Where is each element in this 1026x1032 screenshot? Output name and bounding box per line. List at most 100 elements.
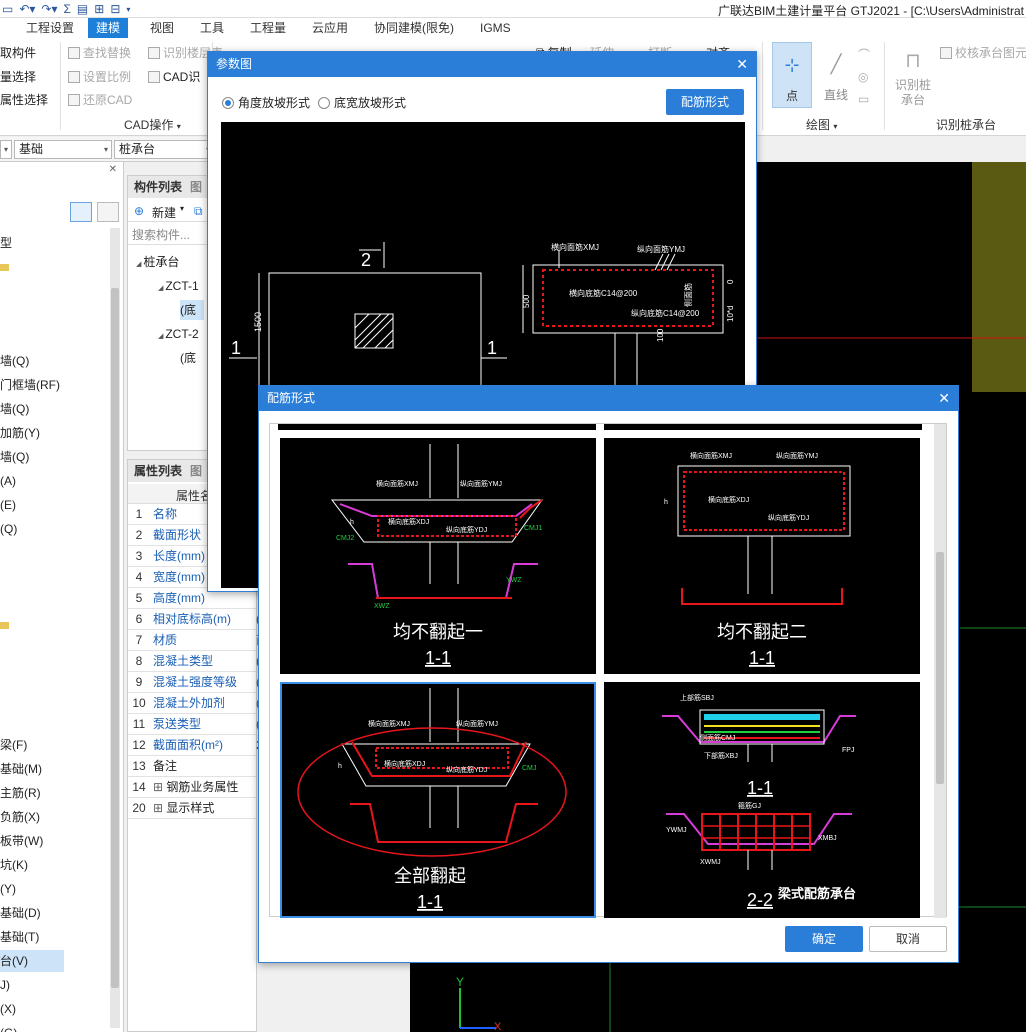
- expand-icon[interactable]: ⊞: [153, 780, 166, 794]
- list-view-icon[interactable]: [70, 202, 92, 222]
- nav-item[interactable]: (A): [0, 470, 64, 492]
- property-row[interactable]: 11泵送类型(: [128, 714, 260, 735]
- option-beam-rebar-cap[interactable]: 上部筋SBJ 侧面筋CMJ 下部筋XBJ FPJ 1-1 箍筋GJ YWMJ X…: [604, 682, 920, 918]
- nav-item[interactable]: [0, 256, 64, 278]
- copy-icon[interactable]: ⧉: [194, 204, 203, 219]
- option-no-bend-1[interactable]: 横向面筋XMJ 纵向面筋YMJ 横向底筋XDJ 纵向底筋YDJ CMJ1 CMJ…: [280, 438, 596, 674]
- component-list-tab[interactable]: 构件列表图: [128, 176, 211, 198]
- nav-item[interactable]: (G): [0, 1022, 64, 1032]
- options-scrollbar-thumb[interactable]: [936, 552, 944, 784]
- line-draw-button[interactable]: ╱ 直线: [816, 42, 856, 108]
- nav-item[interactable]: 墙(Q): [0, 350, 64, 372]
- property-row[interactable]: 14 ⊞ 钢筋业务属性: [128, 777, 256, 798]
- redo-icon[interactable]: ↷▾: [41, 2, 57, 16]
- nav-item[interactable]: 板带(W): [0, 830, 64, 852]
- nav-item[interactable]: 加筋(Y): [0, 422, 64, 444]
- draw-group-label[interactable]: 绘图 ▾: [806, 116, 837, 133]
- tree-item[interactable]: ◢ ZCT-2: [158, 324, 199, 344]
- close-icon[interactable]: ✕: [736, 52, 748, 77]
- circle-icon[interactable]: ◎: [858, 66, 878, 88]
- nav-item[interactable]: 梁(F): [0, 734, 64, 756]
- nav-item[interactable]: (E): [0, 494, 64, 516]
- cad-ops-group-label[interactable]: CAD操作 ▾: [124, 116, 181, 133]
- property-row[interactable]: 13 备注: [128, 756, 256, 777]
- nav-item[interactable]: 基础(T): [0, 926, 64, 948]
- property-row[interactable]: 8混凝土类型(: [128, 651, 260, 672]
- recognize-pile-cap-big-button[interactable]: ⊓ 识别桩承台: [892, 44, 934, 114]
- sigma-icon[interactable]: Σ: [64, 2, 71, 16]
- options-scrollbar[interactable]: [934, 424, 946, 918]
- nav-item[interactable]: J): [0, 974, 64, 996]
- tree-icon[interactable]: ⊟: [110, 2, 120, 16]
- floor-select[interactable]: ▾: [0, 140, 12, 159]
- close-icon[interactable]: ✕: [938, 386, 950, 411]
- set-scale-button[interactable]: 设置比例: [68, 68, 131, 85]
- close-icon[interactable]: ✕: [109, 164, 117, 175]
- nav-item[interactable]: 墙(Q): [0, 446, 64, 468]
- angle-slope-radio[interactable]: 角度放坡形式: [222, 94, 310, 111]
- batch-select-button[interactable]: 量选择: [0, 68, 36, 85]
- arc-icon[interactable]: ⌒: [858, 44, 878, 66]
- cancel-button[interactable]: 取消: [869, 926, 947, 952]
- nav-item[interactable]: (X): [0, 998, 64, 1020]
- nav-item[interactable]: 坑(K): [0, 854, 64, 876]
- rect-icon[interactable]: ▭: [858, 88, 878, 110]
- nav-item[interactable]: (Y): [0, 878, 64, 900]
- tab-collab[interactable]: 协同建模(限免): [366, 18, 462, 38]
- chevron-down-icon[interactable]: ▾: [180, 204, 184, 213]
- expand-icon[interactable]: ⊞: [153, 801, 166, 815]
- option-no-bend-2[interactable]: 横向面筋XMJ 纵向面筋YMJ 横向底筋XDJ 纵向底筋YDJ h 均不翻起二 …: [604, 438, 920, 674]
- save-icon[interactable]: ▭: [2, 2, 13, 16]
- undo-icon[interactable]: ↶▾: [19, 2, 35, 16]
- nav-item[interactable]: 基础(M): [0, 758, 64, 780]
- tab-cloud[interactable]: 云应用: [304, 18, 356, 38]
- restore-cad-button[interactable]: 还原CAD: [68, 91, 132, 108]
- tab-quantity[interactable]: 工程量: [242, 18, 294, 38]
- tree-item[interactable]: ◢ ZCT-1: [158, 276, 199, 296]
- tab-tools[interactable]: 工具: [192, 18, 232, 38]
- tree-item[interactable]: (底: [180, 300, 204, 320]
- tab-igms[interactable]: IGMS: [472, 18, 519, 38]
- property-row[interactable]: 6相对底标高(m)(: [128, 609, 260, 630]
- tree-item[interactable]: ◢ 桩承台: [136, 252, 179, 272]
- nav-item[interactable]: 墙(Q): [0, 398, 64, 420]
- ok-button[interactable]: 确定: [785, 926, 863, 952]
- tree-item[interactable]: (底: [180, 348, 196, 368]
- check-pile-cap-button[interactable]: 校核承台图元: [940, 44, 1026, 61]
- nav-item[interactable]: 负筋(X): [0, 806, 64, 828]
- nav-scrollbar[interactable]: [110, 228, 120, 1028]
- new-button[interactable]: 新建: [152, 204, 176, 221]
- new-icon[interactable]: ⊕: [134, 204, 144, 218]
- rebar-form-button[interactable]: 配筋形式: [666, 89, 744, 115]
- tab-project-settings[interactable]: 工程设置: [18, 18, 82, 38]
- nav-item[interactable]: 台(V): [0, 950, 64, 972]
- nav-item[interactable]: [0, 614, 64, 636]
- layers-icon[interactable]: ▤: [77, 2, 88, 16]
- arc-tools[interactable]: ⌒ ◎ ▭: [858, 44, 878, 110]
- point-draw-button[interactable]: ⊹ 点: [772, 42, 812, 108]
- option-all-bend[interactable]: 横向面筋XMJ 纵向面筋YMJ 横向底筋XDJ 纵向底筋YDJ CMJ h 全部…: [280, 682, 596, 918]
- nav-item[interactable]: (Q): [0, 518, 64, 540]
- grid-icon[interactable]: ⊞: [94, 2, 104, 16]
- property-row[interactable]: 7材质商: [128, 630, 268, 651]
- property-row[interactable]: 9混凝土强度等级(: [128, 672, 260, 693]
- component-type-select[interactable]: 桩承台▾: [114, 140, 214, 159]
- component-search-input[interactable]: 搜索构件...: [128, 225, 212, 245]
- tab-view[interactable]: 视图: [142, 18, 182, 38]
- pick-component-button[interactable]: 取构件: [0, 44, 36, 61]
- property-row[interactable]: 12截面面积(m²)2: [128, 735, 263, 756]
- dropdown-icon[interactable]: ▾: [126, 5, 130, 14]
- nav-item[interactable]: 型: [0, 232, 64, 254]
- property-row[interactable]: 10混凝土外加剂(: [128, 693, 260, 714]
- nav-item[interactable]: 主筋(R): [0, 782, 64, 804]
- cad-recognize-button[interactable]: CAD识: [148, 68, 200, 85]
- category-select[interactable]: 基础 ▾: [14, 140, 112, 159]
- tab-modeling[interactable]: 建模: [88, 18, 129, 38]
- width-slope-radio[interactable]: 底宽放坡形式: [318, 94, 406, 111]
- detail-view-icon[interactable]: [97, 202, 119, 222]
- nav-item[interactable]: 基础(D): [0, 902, 64, 924]
- nav-item[interactable]: 门框墙(RF): [0, 374, 64, 396]
- nav-scrollbar-thumb[interactable]: [111, 288, 119, 988]
- find-replace-button[interactable]: 查找替换: [68, 44, 131, 61]
- property-row[interactable]: 20 ⊞ 显示样式: [128, 798, 256, 819]
